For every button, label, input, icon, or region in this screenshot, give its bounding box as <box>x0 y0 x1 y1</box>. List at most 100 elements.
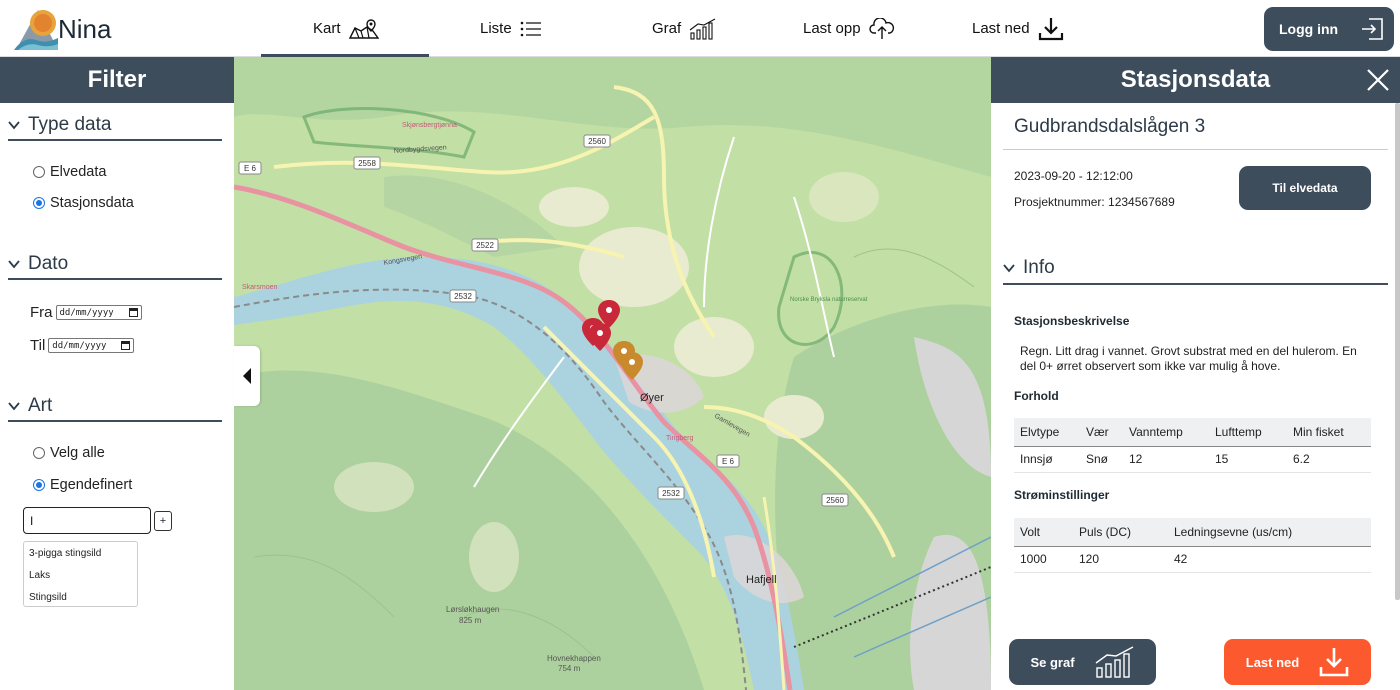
chevron-down-icon <box>8 260 20 269</box>
table-row: 1000 120 42 <box>1014 546 1371 573</box>
map-view[interactable]: E 6 E 6 2558 2560 2522 2532 2532 2560 No… <box>234 57 991 690</box>
nav-list[interactable]: Liste <box>480 0 542 57</box>
bar-chart-icon <box>1095 646 1133 678</box>
column-header: Puls (DC) <box>1073 518 1168 547</box>
calendar-icon[interactable] <box>128 308 138 317</box>
login-button-label: Logg inn <box>1279 21 1339 37</box>
conditions-table: Elvtype Vær Vanntemp Lufttemp Min fisket… <box>1014 418 1371 473</box>
column-header: Ledningsevne (us/cm) <box>1168 518 1371 547</box>
close-icon[interactable] <box>1366 68 1390 92</box>
species-suggestion[interactable]: Stingsild <box>24 586 137 608</box>
chevron-down-icon <box>1003 264 1015 273</box>
road-label: E 6 <box>722 457 735 466</box>
calendar-icon[interactable] <box>121 341 131 350</box>
nav-map[interactable]: Kart <box>313 0 379 57</box>
table-header-row: Elvtype Vær Vanntemp Lufttemp Min fisket <box>1014 418 1371 447</box>
caret-left-icon <box>243 368 251 384</box>
radio-select-all[interactable]: Velg alle <box>33 445 105 461</box>
radio-custom-label: Egendefinert <box>50 477 133 493</box>
table-cell: Snø <box>1080 446 1123 473</box>
place-label-hovnekhappen: Hovnekhappen <box>547 654 601 663</box>
road-label: 2560 <box>826 496 844 505</box>
radio-elvedata-label: Elvedata <box>50 164 107 180</box>
road-shield-2560: 2560 <box>821 493 849 507</box>
see-graph-button[interactable]: Se graf <box>1009 639 1156 685</box>
date-from-placeholder: dd/mm/yyyy <box>59 307 114 318</box>
place-label-lorslokhaugen: Lørsløkhaugen <box>446 605 499 614</box>
current-settings-table: Volt Puls (DC) Ledningsevne (us/cm) 1000… <box>1014 518 1371 573</box>
nav-upload[interactable]: Last opp <box>803 0 895 57</box>
login-icon <box>1362 18 1383 40</box>
table-cell: 15 <box>1209 446 1287 473</box>
download-icon <box>1319 648 1349 677</box>
collapse-filter-button[interactable] <box>234 346 260 406</box>
nina-logo-icon[interactable] <box>12 6 60 52</box>
road-shield-2560: 2560 <box>583 134 611 148</box>
species-suggestion[interactable]: 3-pigga stingsild <box>24 542 137 564</box>
column-header: Lufttemp <box>1209 418 1287 447</box>
brand-name[interactable]: Nina <box>58 14 111 45</box>
place-label-elevation: 825 m <box>459 616 482 625</box>
table-row: Innsjø Snø 12 15 6.2 <box>1014 446 1371 473</box>
nav-map-label: Kart <box>313 20 341 37</box>
info-heading: Info <box>1023 257 1055 278</box>
map-canvas[interactable]: E 6 E 6 2558 2560 2522 2532 2532 2560 No… <box>234 57 991 690</box>
date-to-placeholder: dd/mm/yyyy <box>52 340 107 351</box>
station-panel-title: Stasjonsdata <box>1120 66 1271 93</box>
column-header: Elvtype <box>1014 418 1080 447</box>
download-station-button[interactable]: Last ned <box>1224 639 1371 685</box>
radio-stasjonsdata[interactable]: Stasjonsdata <box>33 195 134 211</box>
place-label-elevation: 754 m <box>558 664 581 673</box>
table-cell: 1000 <box>1014 546 1073 573</box>
column-header: Volt <box>1014 518 1073 547</box>
radio-button[interactable] <box>33 166 45 178</box>
chevron-down-icon <box>8 402 20 411</box>
radio-custom[interactable]: Egendefinert <box>33 477 132 493</box>
nav-download-label: Last ned <box>972 20 1030 37</box>
download-icon <box>1038 17 1063 40</box>
radio-elvedata[interactable]: Elvedata <box>33 164 106 180</box>
radio-select-all-label: Velg alle <box>50 445 105 461</box>
place-label-oyer: Øyer <box>640 392 664 404</box>
table-header-row: Volt Puls (DC) Ledningsevne (us/cm) <box>1014 518 1371 547</box>
station-panel: Stasjonsdata Gudbrandsdalslågen 3 2023-0… <box>991 57 1400 690</box>
table-cell: 42 <box>1168 546 1371 573</box>
table-cell: 6.2 <box>1287 446 1371 473</box>
list-icon <box>520 21 541 36</box>
place-label-reserve: Norske Bryksla naturreservat <box>790 297 868 303</box>
station-panel-scrollbar[interactable] <box>1395 103 1400 600</box>
station-description: Regn. Litt drag i vannet. Grovt substrat… <box>1020 344 1357 373</box>
nav-upload-label: Last opp <box>803 20 861 37</box>
column-header: Vær <box>1080 418 1123 447</box>
to-river-data-button[interactable]: Til elvedata <box>1239 166 1371 210</box>
add-species-button[interactable]: + <box>154 511 172 531</box>
nav-graph[interactable]: Graf <box>652 0 717 57</box>
road-shield-e6: E 6 <box>238 161 262 175</box>
info-section-toggle[interactable]: Info <box>1003 253 1388 285</box>
species-suggestion[interactable]: Laks <box>24 564 137 586</box>
date-section-toggle[interactable]: Dato <box>8 250 222 280</box>
radio-button-selected[interactable] <box>33 479 45 491</box>
bar-chart-icon <box>689 18 716 40</box>
nav-download[interactable]: Last ned <box>972 0 1064 57</box>
date-to-input[interactable]: dd/mm/yyyy <box>48 338 135 353</box>
place-label-lake: Skjønsbergtjønna <box>402 122 457 129</box>
chevron-down-icon <box>8 121 20 130</box>
divider <box>1003 149 1388 150</box>
date-from-input[interactable]: dd/mm/yyyy <box>55 305 142 320</box>
radio-button-selected[interactable] <box>33 197 45 209</box>
station-name: Gudbrandsdalslågen 3 <box>1014 116 1206 137</box>
station-panel-header: Stasjonsdata <box>991 57 1400 103</box>
login-button[interactable]: Logg inn <box>1264 7 1394 51</box>
place-label-skarsmoen: Skarsmoen <box>242 284 278 291</box>
species-section-toggle[interactable]: Art <box>8 392 222 422</box>
type-data-section-toggle[interactable]: Type data <box>8 111 222 141</box>
road-shield-2532: 2532 <box>657 486 685 500</box>
species-search-input[interactable]: I <box>23 507 151 534</box>
table-cell: 120 <box>1073 546 1168 573</box>
conditions-label: Forhold <box>1014 389 1059 403</box>
road-shield-2532: 2532 <box>449 289 477 303</box>
radio-button[interactable] <box>33 447 45 459</box>
nav-graph-label: Graf <box>652 20 682 37</box>
type-data-heading: Type data <box>28 114 112 135</box>
